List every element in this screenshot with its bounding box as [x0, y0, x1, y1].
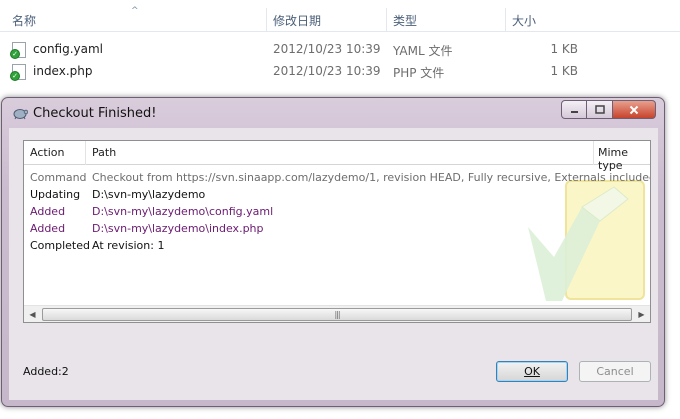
column-header-name[interactable]: 名称: [12, 12, 36, 29]
file-size: 1 KB: [550, 42, 578, 56]
file-modified: 2012/10/23 10:39: [273, 42, 381, 56]
checkout-finished-dialog: Checkout Finished! Action Path Mime type: [1, 97, 665, 407]
column-divider[interactable]: [593, 141, 594, 165]
list-header: Action Path Mime type: [24, 141, 650, 172]
action-cell: Updating: [30, 188, 81, 201]
svn-file-icon: ✓: [10, 64, 26, 81]
action-cell: Completed: [30, 239, 90, 252]
dialog-title: Checkout Finished!: [33, 106, 157, 121]
maximize-icon: [594, 105, 605, 114]
column-header-action[interactable]: Action: [30, 146, 64, 159]
svn-file-icon: ✓: [10, 42, 26, 59]
cancel-button-label: Cancel: [596, 365, 634, 378]
file-modified: 2012/10/23 10:39: [273, 64, 381, 78]
column-header-type[interactable]: 类型: [393, 12, 417, 29]
action-cell: Added: [30, 222, 66, 235]
file-name: index.php: [33, 64, 93, 78]
column-header-modified[interactable]: 修改日期: [273, 12, 321, 29]
title-bar[interactable]: Checkout Finished!: [2, 98, 664, 128]
action-cell: Command: [30, 171, 87, 184]
path-cell: D:\svn-my\lazydemo\index.php: [92, 222, 264, 235]
path-cell: D:\svn-my\lazydemo\config.yaml: [92, 205, 274, 218]
list-item[interactable]: Completed At revision: 1: [24, 237, 650, 254]
window-controls: [561, 100, 656, 119]
minimize-icon: [570, 111, 578, 113]
path-cell: Checkout from https://svn.sinaapp.com/la…: [92, 171, 651, 184]
list-item[interactable]: Added D:\svn-my\lazydemo\index.php: [24, 220, 650, 237]
column-header-path[interactable]: Path: [92, 146, 116, 159]
horizontal-scrollbar[interactable]: ◀ ||| ▶: [24, 305, 650, 322]
file-row-index-php[interactable]: ✓ index.php 2012/10/23 10:39 PHP 文件 1 KB: [0, 61, 680, 83]
minimize-button[interactable]: [561, 100, 587, 119]
column-divider[interactable]: [266, 8, 267, 32]
tortoisesvn-icon: [13, 109, 28, 120]
close-icon: [629, 105, 639, 114]
column-header-size[interactable]: 大小: [512, 12, 536, 29]
dialog-body: Action Path Mime type Command Checkout f…: [9, 128, 658, 400]
path-cell: D:\svn-my\lazydemo: [92, 188, 206, 201]
file-row-config-yaml[interactable]: ✓ config.yaml 2012/10/23 10:39 YAML 文件 1…: [0, 39, 680, 61]
scrollbar-thumb[interactable]: |||: [42, 308, 632, 321]
column-divider[interactable]: [85, 141, 86, 165]
list-item[interactable]: Added D:\svn-my\lazydemo\config.yaml: [24, 203, 650, 220]
list-item[interactable]: Command Checkout from https://svn.sinaap…: [24, 169, 650, 186]
file-size: 1 KB: [550, 64, 578, 78]
column-divider[interactable]: [505, 8, 506, 32]
sort-ascending-icon: ^: [131, 6, 139, 16]
action-list[interactable]: Action Path Mime type Command Checkout f…: [23, 140, 651, 323]
path-cell: At revision: 1: [92, 239, 165, 252]
status-summary: Added:2: [23, 365, 69, 378]
list-item[interactable]: Updating D:\svn-my\lazydemo: [24, 186, 650, 203]
ok-button-label: OK: [524, 365, 540, 378]
file-type: YAML 文件: [393, 44, 453, 58]
action-cell: Added: [30, 205, 66, 218]
scroll-right-icon[interactable]: ▶: [633, 306, 650, 322]
close-button[interactable]: [613, 100, 656, 119]
file-type: PHP 文件: [393, 66, 445, 80]
column-divider[interactable]: [386, 8, 387, 32]
ok-button[interactable]: OK: [496, 361, 568, 382]
cancel-button[interactable]: Cancel: [579, 361, 651, 382]
scroll-left-icon[interactable]: ◀: [24, 306, 41, 322]
file-name: config.yaml: [33, 42, 104, 56]
column-headers: ^ 名称 修改日期 类型 大小: [0, 6, 680, 32]
maximize-button[interactable]: [587, 100, 613, 119]
